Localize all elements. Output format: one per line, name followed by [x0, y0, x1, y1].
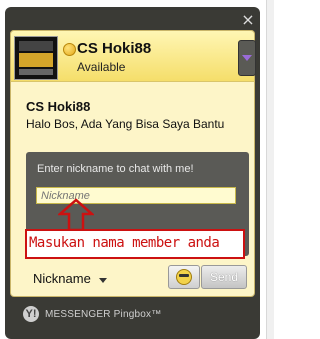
smiley-icon — [176, 269, 192, 285]
agent-name: CS Hoki88 — [77, 40, 152, 57]
nickname-dropdown-label[interactable]: Nickname — [33, 271, 91, 286]
annotation-text: Masukan nama member anda — [29, 235, 220, 251]
page-scrollbar — [266, 0, 274, 339]
chevron-down-icon — [242, 55, 252, 61]
up-arrow-annotation-icon — [58, 198, 94, 232]
dropdown-caret-icon[interactable] — [99, 278, 107, 283]
avatar — [14, 36, 58, 80]
footer-brand: MESSENGER Pingbox™ — [45, 309, 162, 320]
avatar-logo-bot — [19, 69, 53, 75]
greeting-name: CS Hoki88 — [26, 99, 91, 114]
yahoo-logo-icon: Y! — [23, 306, 39, 322]
emoticon-button[interactable] — [168, 265, 200, 289]
avatar-logo-top — [19, 41, 53, 51]
greeting-message: Halo Bos, Ada Yang Bisa Saya Bantu — [26, 117, 225, 131]
collapse-button[interactable] — [238, 40, 256, 76]
agent-status: Available — [77, 60, 126, 74]
close-icon[interactable]: × — [238, 10, 258, 30]
send-button[interactable]: Send — [201, 265, 247, 289]
nickname-prompt: Enter nickname to chat with me! — [37, 163, 194, 175]
avatar-logo-mid — [19, 53, 53, 67]
status-available-icon — [63, 43, 76, 56]
